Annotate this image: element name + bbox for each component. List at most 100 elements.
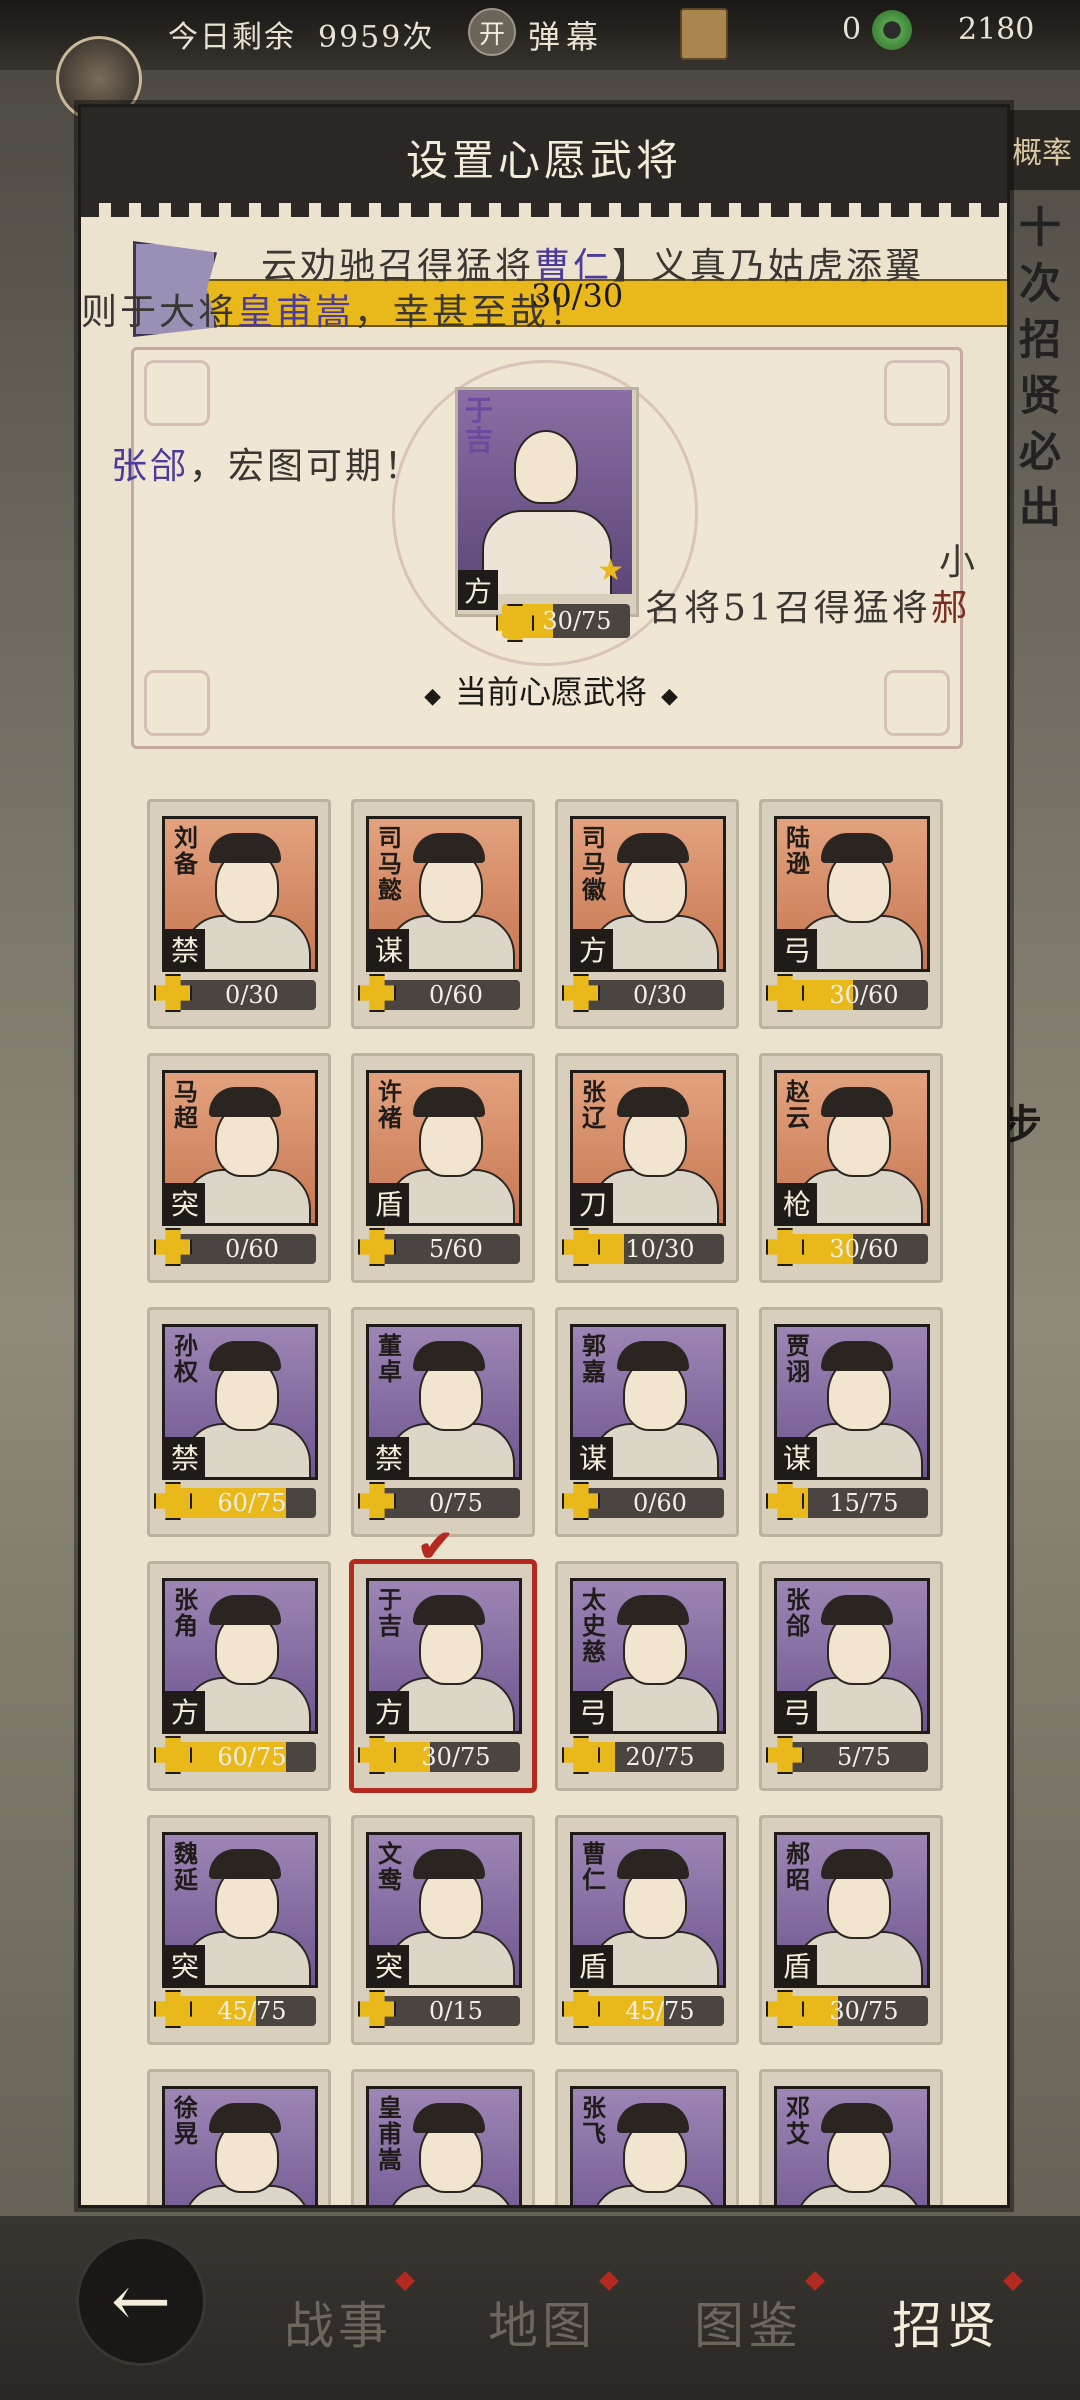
hero-name: 太史慈 (582, 1585, 606, 1666)
hero-card[interactable]: 张飞 (555, 2069, 739, 2205)
daily-remaining: 今日剩余 9959次 (168, 12, 434, 56)
hero-portrait: 刘备 禁 (162, 816, 318, 972)
hero-name: 司马懿 (378, 823, 402, 904)
hero-card[interactable]: 太史慈 弓 20/75 (555, 1561, 739, 1791)
remaining-value: 9959次 (318, 20, 435, 55)
hero-card[interactable]: 曹仁 盾 45/75 (555, 1815, 739, 2045)
hero-type: 弓 (573, 1691, 613, 1731)
hero-name: 于吉 (378, 1585, 402, 1640)
hero-type: 突 (165, 1183, 205, 1223)
hero-card[interactable]: 张郃 弓 5/75 (759, 1561, 943, 1791)
hero-card[interactable]: 陆逊 弓 30/60 (759, 799, 943, 1029)
hero-type: 盾 (777, 1945, 817, 1985)
diamond-icon: ◆ (424, 684, 441, 709)
probability-tab[interactable]: 概率 (1004, 110, 1080, 190)
hero-name: 赵云 (786, 1077, 810, 1132)
hero-card[interactable]: 孙权 禁 60/75 (147, 1307, 331, 1537)
hero-card[interactable]: 马超 突 0/60 (147, 1053, 331, 1283)
current-wish-label: ◆ 当前心愿武将 ◆ (371, 667, 731, 713)
hero-card[interactable]: 赵云 枪 30/60 (759, 1053, 943, 1283)
nav-item[interactable]: 地图 (488, 2286, 596, 2358)
hero-portrait: 张角 方 (162, 1578, 318, 1734)
nav-item[interactable]: 战事 (284, 2286, 392, 2358)
hero-card[interactable]: 郭嘉 谋 0/60 (555, 1307, 739, 1537)
hero-card[interactable]: 张角 方 60/75 (147, 1561, 331, 1791)
hero-type: 枪 (777, 1183, 817, 1223)
hero-name: 张飞 (582, 2093, 606, 2148)
hero-card[interactable]: 刘备 禁 0/30 (147, 799, 331, 1029)
hero-portrait: 司马懿 谋 (366, 816, 522, 972)
hero-portrait: 孙权 禁 (162, 1324, 318, 1480)
panel-ornament (144, 670, 210, 736)
hero-type: 方 (458, 570, 498, 610)
hero-portrait: 魏延 突 (162, 1832, 318, 1988)
hero-name: 陆逊 (786, 823, 810, 878)
hero-portrait: 于吉 ★ (458, 390, 632, 594)
hero-portrait: 太史慈 弓 (570, 1578, 726, 1734)
hero-portrait: 张辽 刀 (570, 1070, 726, 1226)
back-arrow-icon: ← (110, 2259, 172, 2343)
hero-type: 禁 (165, 929, 205, 969)
hero-portrait: 邓艾 (774, 2086, 930, 2205)
back-button[interactable]: ← (76, 2236, 206, 2366)
hero-name: 张角 (174, 1585, 198, 1640)
hero-type: 突 (369, 1945, 409, 1985)
hero-portrait: 赵云 枪 (774, 1070, 930, 1226)
hero-card[interactable]: 贾诩 谋 15/75 (759, 1307, 943, 1537)
modal-title: 设置心愿武将 (405, 136, 682, 185)
hero-type: 方 (165, 1691, 205, 1731)
hero-name: 文鸯 (378, 1839, 402, 1894)
hero-name: 马超 (174, 1077, 198, 1132)
hero-name: 孙权 (174, 1331, 198, 1386)
hero-card[interactable]: 徐晃 (147, 2069, 331, 2205)
hero-name: 皇甫嵩 (378, 2093, 402, 2174)
hero-card[interactable]: 邓艾 (759, 2069, 943, 2205)
hero-name: 司马徽 (582, 823, 606, 904)
nav-item[interactable]: 图鉴 (694, 2286, 802, 2358)
ten-draw-guarantee-text: 十次招贤必出 (1018, 203, 1061, 532)
hero-portrait: 司马徽 方 (570, 816, 726, 972)
nav-item[interactable]: 招贤 (892, 2286, 1000, 2358)
danmu-toggle-button[interactable]: 开 (468, 8, 516, 56)
hero-type: 谋 (573, 1437, 613, 1477)
star-icon: ★ (597, 553, 624, 588)
hero-name: 贾诩 (786, 1331, 810, 1386)
hero-type: 禁 (165, 1437, 205, 1477)
hero-card[interactable]: 文鸯 突 0/15 (351, 1815, 535, 2045)
scroll-icon[interactable] (680, 8, 728, 60)
hero-portrait: 文鸯 突 (366, 1832, 522, 1988)
panel-ornament (884, 670, 950, 736)
hero-type: 弓 (777, 1691, 817, 1731)
panel-ornament (884, 360, 950, 426)
hero-name: 郭嘉 (582, 1331, 606, 1386)
hero-card[interactable]: 司马徽 方 0/30 (555, 799, 739, 1029)
hero-type: 盾 (369, 1183, 409, 1223)
top-status-bar: 今日剩余 9959次 开 弹幕 0 2180 (0, 0, 1080, 70)
hero-name: 魏延 (174, 1839, 198, 1894)
current-wish-hero-card[interactable]: 于吉 ★ 方 30/75 (455, 387, 639, 642)
hero-type: 弓 (777, 929, 817, 969)
hero-type: 刀 (573, 1183, 613, 1223)
hero-name: 刘备 (174, 823, 198, 878)
wish-hero-modal: 设置心愿武将 30/30 于吉 ★ 方 30/75 ◆ 当前心愿武将 ◆ 云劝驰召得… (78, 104, 1010, 2208)
hero-name: 张辽 (582, 1077, 606, 1132)
hero-card[interactable]: 魏延 突 45/75 (147, 1815, 331, 2045)
hero-card[interactable]: 皇甫嵩 (351, 2069, 535, 2205)
hero-name: 董卓 (378, 1331, 402, 1386)
hero-name: 邓艾 (786, 2093, 810, 2148)
hero-card[interactable]: 张辽 刀 10/30 (555, 1053, 739, 1283)
hero-portrait: 徐晃 (162, 2086, 318, 2205)
hero-type: 谋 (369, 929, 409, 969)
danmu-label[interactable]: 弹幕 (528, 12, 604, 58)
hero-card[interactable]: 董卓 禁 0/75 (351, 1307, 535, 1537)
hero-card[interactable]: 于吉 方 30/75 (351, 1561, 535, 1791)
danmu-line: 名将51召得猛将郝 (645, 588, 970, 629)
hero-portrait: 贾诩 谋 (774, 1324, 930, 1480)
hero-portrait: 皇甫嵩 (366, 2086, 522, 2205)
hero-card[interactable]: 许褚 盾 5/60 (351, 1053, 535, 1283)
coin-count: 2180 (958, 12, 1035, 47)
hero-portrait: 张飞 (570, 2086, 726, 2205)
hero-card[interactable]: 司马懿 谋 0/60 (351, 799, 535, 1029)
hero-card[interactable]: 郝昭 盾 30/75 (759, 1815, 943, 2045)
hero-name: 徐晃 (174, 2093, 198, 2148)
